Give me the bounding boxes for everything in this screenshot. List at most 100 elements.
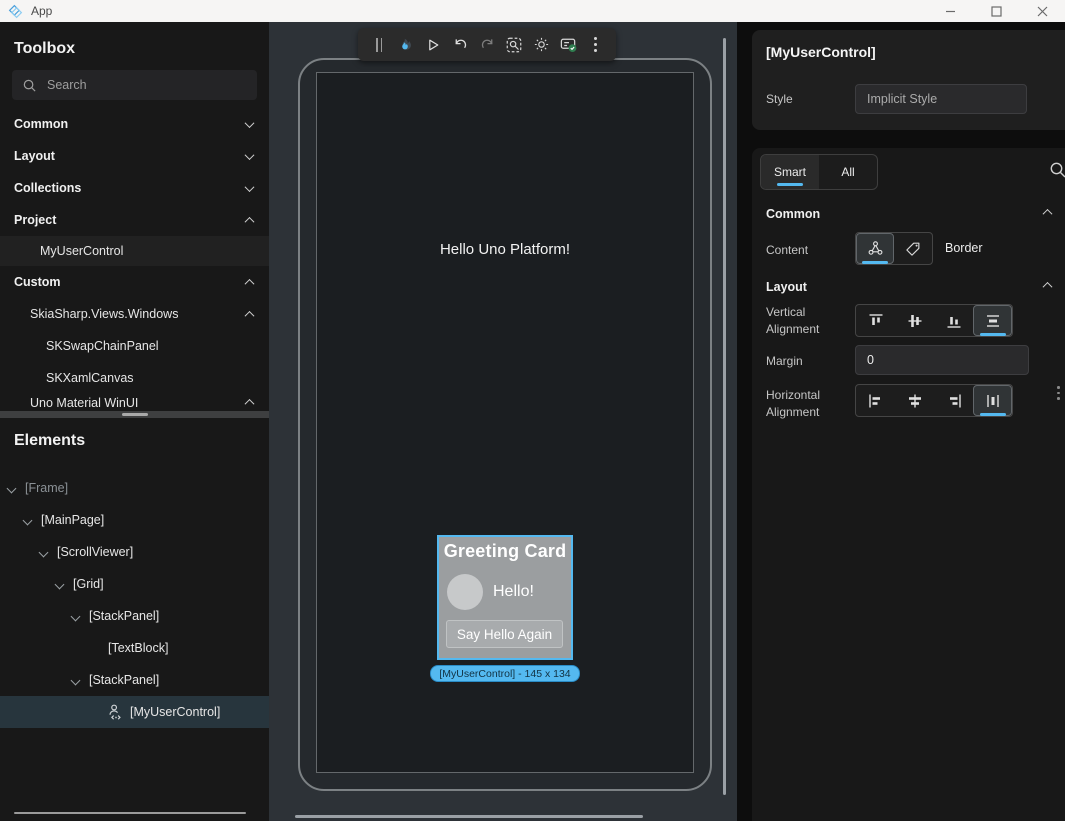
content-label: Content: [766, 242, 808, 259]
element-picker-icon[interactable]: [503, 34, 525, 56]
more-menu-icon[interactable]: [584, 34, 606, 56]
toolbox-item-myusercontrol[interactable]: MyUserControl: [0, 236, 269, 266]
align-hstretch-icon: [983, 391, 1003, 411]
halign-stretch-toggle[interactable]: [973, 385, 1012, 416]
elements-title: Elements: [0, 418, 269, 460]
valign-top-toggle[interactable]: [856, 305, 895, 336]
valign-bottom-toggle[interactable]: [934, 305, 973, 336]
canvas-horizontal-scrollbar[interactable]: [295, 815, 643, 818]
chevron-up-icon[interactable]: [1043, 209, 1053, 219]
section-layout: Layout: [766, 280, 807, 294]
hot-reload-flame-icon[interactable]: [395, 34, 417, 56]
myusercontrol-selection[interactable]: Greeting Card Hello! Say Hello Again: [437, 535, 573, 660]
content-value: Border: [945, 241, 983, 255]
elements-tree: [Frame] [MainPage] [ScrollViewer] [Grid]…: [0, 472, 269, 728]
style-field[interactable]: [855, 84, 1027, 114]
panel-overflow-icon[interactable]: [1057, 386, 1060, 400]
align-vstretch-icon: [983, 311, 1003, 331]
tree-item-stackpanel-2[interactable]: [StackPanel]: [0, 664, 269, 696]
drag-handle-icon[interactable]: [368, 34, 390, 56]
search-input[interactable]: [47, 78, 227, 92]
tree-item-textblock[interactable]: [TextBlock]: [0, 632, 269, 664]
selection-size-badge: [MyUserControl] - 145 x 134: [419, 665, 591, 682]
chevron-up-icon: [245, 310, 255, 320]
tree-item-scrollviewer[interactable]: [ScrollViewer]: [0, 536, 269, 568]
play-icon[interactable]: [422, 34, 444, 56]
usercontrol-icon: [106, 703, 124, 721]
chevron-down-icon[interactable]: [7, 483, 17, 493]
halign-center-toggle[interactable]: [895, 385, 934, 416]
app-title: App: [31, 4, 52, 18]
chevron-down-icon[interactable]: [23, 515, 33, 525]
inspector-properties-card: Smart All Common Content: [752, 148, 1065, 821]
halign-right-toggle[interactable]: [934, 385, 973, 416]
chevron-down-icon[interactable]: [71, 611, 81, 621]
page-textblock[interactable]: Hello Uno Platform!: [317, 241, 693, 258]
inspector-title: [MyUserControl]: [766, 44, 1065, 60]
close-button[interactable]: [1019, 0, 1065, 22]
chevron-up-icon[interactable]: [1043, 282, 1053, 292]
content-shape-toggle[interactable]: [856, 233, 894, 264]
tab-all[interactable]: All: [819, 155, 877, 189]
redo-icon[interactable]: [476, 34, 498, 56]
tree-item-stackpanel-1[interactable]: [StackPanel]: [0, 600, 269, 632]
tab-smart[interactable]: Smart: [761, 155, 819, 189]
chevron-down-icon: [245, 182, 255, 192]
toolbox-group-skiasharp[interactable]: SkiaSharp.Views.Windows: [0, 298, 269, 330]
align-right-icon: [944, 391, 964, 411]
toolbox-scrollbar[interactable]: [0, 411, 269, 418]
toolbox-section-collections[interactable]: Collections: [0, 172, 269, 204]
align-hcenter-icon: [905, 391, 925, 411]
app-window: App Toolbox Common Layout: [0, 0, 1065, 821]
vertical-alignment-toggle: [855, 304, 1013, 337]
tree-item-mainpage[interactable]: [MainPage]: [0, 504, 269, 536]
undo-icon[interactable]: [449, 34, 471, 56]
toolbox-section-common[interactable]: Common: [0, 108, 269, 140]
inspector-header-card: [MyUserControl] Style: [752, 30, 1065, 130]
toolbox-search[interactable]: [12, 70, 257, 100]
left-sidebar: Toolbox Common Layout Collections Projec…: [0, 22, 269, 821]
minimize-button[interactable]: [927, 0, 973, 22]
style-label: Style: [766, 92, 793, 106]
tag-icon: [904, 240, 922, 258]
properties-search-icon[interactable]: [1048, 160, 1065, 180]
tree-item-frame[interactable]: [Frame]: [0, 472, 269, 504]
panel-check-icon[interactable]: [557, 34, 579, 56]
device-screen[interactable]: Hello Uno Platform! Greeting Card Hello!…: [316, 72, 694, 773]
horizontal-alignment-toggle: [855, 384, 1013, 417]
elements-scrollbar[interactable]: [14, 812, 246, 814]
chevron-down-icon: [245, 150, 255, 160]
chevron-up-icon: [245, 216, 255, 226]
valign-stretch-toggle[interactable]: [973, 305, 1012, 336]
valign-center-toggle[interactable]: [895, 305, 934, 336]
chevron-down-icon[interactable]: [71, 675, 81, 685]
toolbox-group-uno-material[interactable]: Uno Material WinUI: [0, 394, 269, 411]
margin-field[interactable]: [855, 345, 1029, 375]
canvas-vertical-scrollbar[interactable]: [723, 38, 726, 795]
say-hello-again-button[interactable]: Say Hello Again: [446, 620, 563, 648]
greeting-card-avatar: [447, 574, 483, 610]
toolbox-section-layout[interactable]: Layout: [0, 140, 269, 172]
toolbox-item-skxamlcanvas[interactable]: SKXamlCanvas: [0, 362, 269, 394]
greeting-card-title: Greeting Card: [439, 541, 571, 562]
align-top-icon: [866, 311, 886, 331]
chevron-down-icon[interactable]: [39, 547, 49, 557]
toolbox-title: Toolbox: [0, 22, 269, 68]
maximize-button[interactable]: [973, 0, 1019, 22]
content-tag-toggle[interactable]: [894, 233, 932, 264]
toolbox-item-skswapchainpanel[interactable]: SKSwapChainPanel: [0, 330, 269, 362]
chevron-down-icon[interactable]: [55, 579, 65, 589]
chevron-down-icon: [245, 118, 255, 128]
device-frame: Hello Uno Platform! Greeting Card Hello!…: [298, 58, 712, 791]
tree-item-grid[interactable]: [Grid]: [0, 568, 269, 600]
margin-label: Margin: [766, 353, 803, 370]
chevron-up-icon: [245, 399, 255, 409]
design-canvas[interactable]: Hello Uno Platform! Greeting Card Hello!…: [269, 22, 737, 821]
content-editor-toggle: [855, 232, 933, 265]
toolbox-section-custom[interactable]: Custom: [0, 266, 269, 298]
tree-item-myusercontrol[interactable]: [MyUserControl]: [0, 696, 269, 728]
toolbox-section-project[interactable]: Project: [0, 204, 269, 236]
properties-tabs: Smart All: [760, 154, 878, 190]
theme-sun-icon[interactable]: [530, 34, 552, 56]
halign-left-toggle[interactable]: [856, 385, 895, 416]
